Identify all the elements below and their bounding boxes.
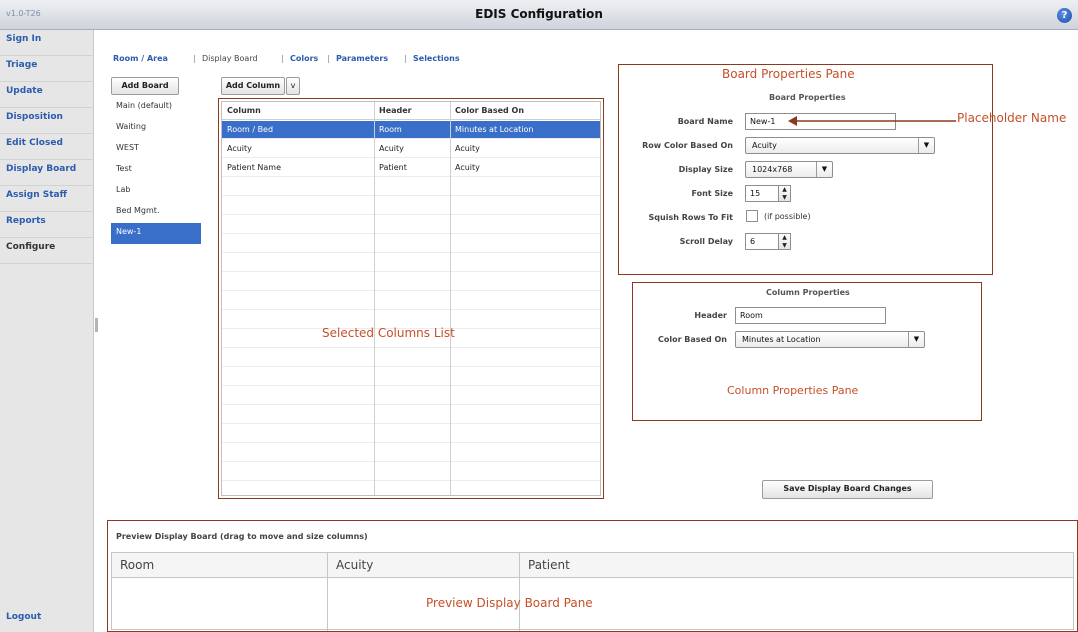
tab-colors[interactable]: Colors bbox=[290, 54, 318, 63]
sidebar-resize-handle[interactable] bbox=[95, 318, 98, 332]
board-item[interactable]: Main (default) bbox=[111, 97, 201, 118]
font-size-label: Font Size bbox=[691, 189, 733, 198]
column-color-select[interactable]: Minutes at Location ▼ bbox=[735, 331, 925, 348]
board-item[interactable]: Bed Mgmt. bbox=[111, 202, 201, 223]
selected-columns-annotation-label: Selected Columns List bbox=[322, 326, 455, 340]
row-color-select[interactable]: Acuity ▼ bbox=[745, 137, 935, 154]
column-color-label: Color Based On bbox=[657, 335, 727, 344]
chevron-down-icon: ▼ bbox=[918, 138, 934, 153]
column-header-label: Header bbox=[694, 311, 727, 320]
board-properties-title: Board Properties bbox=[769, 93, 846, 102]
display-size-select[interactable]: 1024x768 ▼ bbox=[745, 161, 833, 178]
display-size-value: 1024x768 bbox=[752, 165, 793, 174]
preview-display-board: Room Acuity Patient bbox=[111, 552, 1074, 631]
tab-separator: | bbox=[281, 54, 284, 63]
sidebar: Sign In Triage Update Disposition Edit C… bbox=[0, 30, 94, 632]
sidebar-item-disposition[interactable]: Disposition bbox=[0, 108, 94, 134]
display-size-label: Display Size bbox=[678, 165, 733, 174]
board-list: Main (default) Waiting WEST Test Lab Bed… bbox=[111, 97, 201, 244]
scroll-delay-field[interactable]: 6 bbox=[745, 233, 779, 250]
sidebar-item-configure[interactable]: Configure bbox=[0, 238, 94, 264]
preview-column-patient[interactable]: Patient bbox=[520, 553, 570, 578]
tab-room-area[interactable]: Room / Area bbox=[113, 54, 168, 63]
save-display-board-button[interactable]: Save Display Board Changes bbox=[762, 480, 933, 499]
board-item-selected[interactable]: New-1 bbox=[111, 223, 201, 244]
preview-header-row: Room Acuity Patient bbox=[112, 553, 1073, 578]
help-icon[interactable]: ? bbox=[1057, 8, 1072, 23]
column-header-field[interactable]: Room bbox=[735, 307, 886, 324]
preview-column-divider[interactable] bbox=[519, 553, 520, 631]
board-item[interactable]: Waiting bbox=[111, 118, 201, 139]
board-properties-annotation-label: Board Properties Pane bbox=[722, 67, 855, 81]
column-properties-annotation-label: Column Properties Pane bbox=[727, 384, 859, 397]
board-item[interactable]: WEST bbox=[111, 139, 201, 160]
column-properties-annotation-box bbox=[632, 282, 982, 421]
chevron-down-icon: ▼ bbox=[816, 162, 832, 177]
board-item[interactable]: Lab bbox=[111, 181, 201, 202]
font-size-field[interactable]: 15 bbox=[745, 185, 779, 202]
app-title: EDIS Configuration bbox=[475, 7, 603, 21]
preview-title: Preview Display Board (drag to move and … bbox=[116, 532, 368, 541]
sidebar-item-display-board[interactable]: Display Board bbox=[0, 160, 94, 186]
placeholder-name-annotation-label: Placeholder Name bbox=[957, 111, 1067, 125]
squish-rows-label: Squish Rows To Fit bbox=[648, 213, 733, 222]
preview-column-acuity[interactable]: Acuity bbox=[328, 553, 373, 578]
logout-link[interactable]: Logout bbox=[0, 608, 94, 632]
column-color-value: Minutes at Location bbox=[742, 335, 821, 344]
column-properties-title: Column Properties bbox=[766, 288, 850, 297]
preview-annotation-label: Preview Display Board Pane bbox=[426, 596, 593, 610]
add-board-button[interactable]: Add Board bbox=[111, 77, 179, 95]
row-color-value: Acuity bbox=[752, 141, 777, 150]
sidebar-item-reports[interactable]: Reports bbox=[0, 212, 94, 238]
title-bar: v1.0-T26 EDIS Configuration ? bbox=[0, 0, 1078, 30]
sidebar-item-edit-closed[interactable]: Edit Closed bbox=[0, 134, 94, 160]
tab-separator: | bbox=[404, 54, 407, 63]
sidebar-item-update[interactable]: Update bbox=[0, 82, 94, 108]
sidebar-item-sign-in[interactable]: Sign In bbox=[0, 30, 94, 56]
tab-separator: | bbox=[327, 54, 330, 63]
sidebar-item-assign-staff[interactable]: Assign Staff bbox=[0, 186, 94, 212]
squish-rows-note: (if possible) bbox=[764, 212, 811, 221]
tab-selections[interactable]: Selections bbox=[413, 54, 460, 63]
sidebar-item-triage[interactable]: Triage bbox=[0, 56, 94, 82]
scroll-delay-label: Scroll Delay bbox=[679, 237, 733, 246]
add-column-button[interactable]: Add Column bbox=[221, 77, 285, 95]
add-column-dropdown-button[interactable]: v bbox=[286, 77, 300, 95]
font-size-stepper[interactable]: ▲ ▼ bbox=[779, 185, 791, 202]
row-color-label: Row Color Based On bbox=[642, 141, 733, 150]
squish-rows-checkbox[interactable] bbox=[746, 210, 758, 222]
board-item[interactable]: Test bbox=[111, 160, 201, 181]
board-name-label: Board Name bbox=[677, 117, 733, 126]
preview-column-divider[interactable] bbox=[327, 553, 328, 631]
placeholder-arrow-icon bbox=[788, 116, 956, 126]
tab-parameters[interactable]: Parameters bbox=[336, 54, 388, 63]
selected-columns-annotation-box bbox=[218, 98, 604, 499]
preview-column-room[interactable]: Room bbox=[112, 553, 154, 578]
tab-separator: | bbox=[193, 54, 196, 63]
scroll-delay-stepper[interactable]: ▲ ▼ bbox=[779, 233, 791, 250]
tab-display-board[interactable]: Display Board bbox=[202, 54, 258, 63]
chevron-down-icon: ▼ bbox=[908, 332, 924, 347]
